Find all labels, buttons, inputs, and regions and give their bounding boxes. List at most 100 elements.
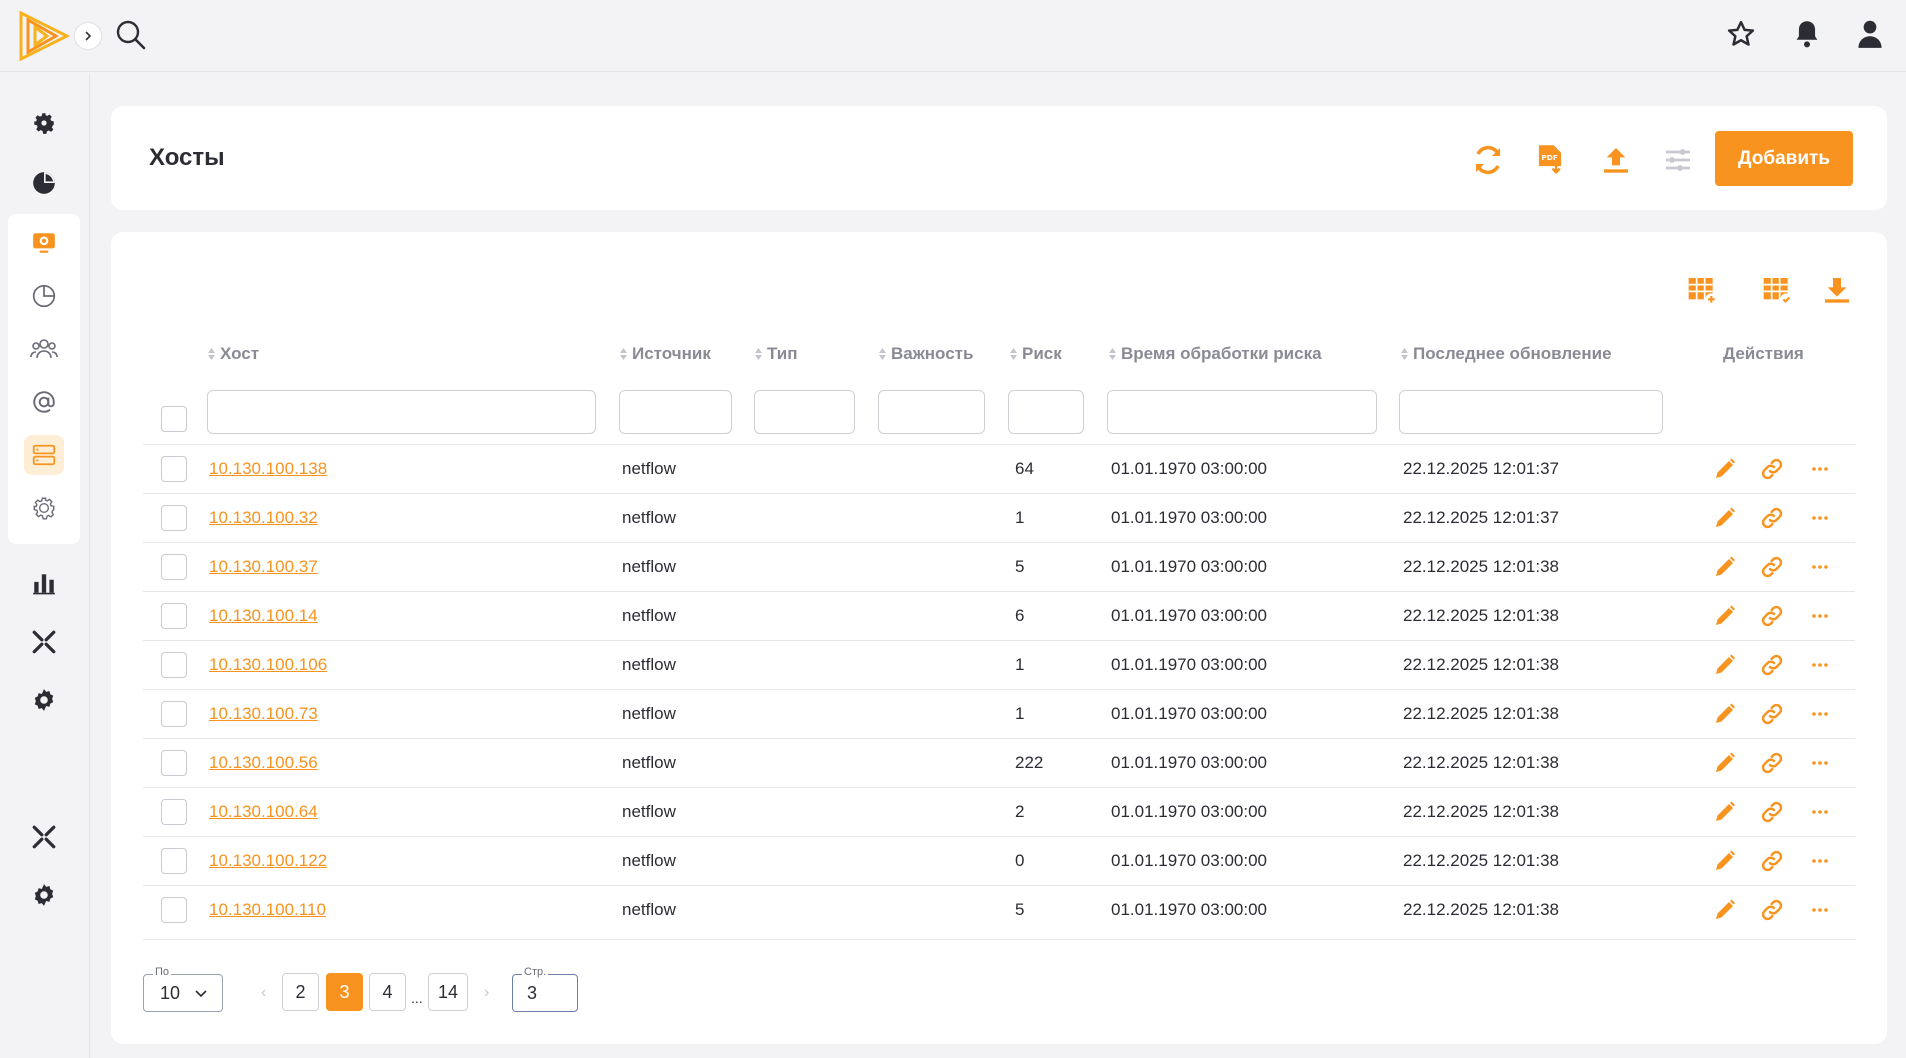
column-header-host[interactable]: Хост xyxy=(207,344,259,364)
column-settings-button[interactable] xyxy=(1757,270,1797,310)
filter-type-input[interactable] xyxy=(754,390,855,434)
edit-button[interactable] xyxy=(1711,504,1739,532)
filter-severity-input[interactable] xyxy=(878,390,985,434)
link-button[interactable] xyxy=(1758,847,1786,875)
search-icon[interactable] xyxy=(114,18,148,52)
row-checkbox[interactable] xyxy=(161,897,187,923)
edit-button[interactable] xyxy=(1711,651,1739,679)
page-button[interactable]: 2 xyxy=(282,973,319,1011)
host-link[interactable]: 10.130.100.106 xyxy=(209,655,327,675)
filter-settings-button[interactable] xyxy=(1658,140,1698,180)
prev-page-button[interactable]: ‹ xyxy=(261,984,266,1002)
host-link[interactable]: 10.130.100.110 xyxy=(209,900,326,920)
sidebar-item-hosts[interactable] xyxy=(24,435,64,475)
sidebar-item-monitoring[interactable] xyxy=(24,223,64,263)
sidebar-item-users[interactable] xyxy=(24,329,64,369)
host-link[interactable]: 10.130.100.32 xyxy=(209,508,318,528)
row-checkbox[interactable] xyxy=(161,652,187,678)
edit-button[interactable] xyxy=(1711,896,1739,924)
filter-host-input[interactable] xyxy=(207,390,596,434)
link-button[interactable] xyxy=(1758,798,1786,826)
download-button[interactable] xyxy=(1817,270,1857,310)
link-button[interactable] xyxy=(1758,749,1786,777)
logo[interactable] xyxy=(18,10,71,62)
row-checkbox[interactable] xyxy=(161,799,187,825)
edit-button[interactable] xyxy=(1711,455,1739,483)
sidebar-item-settings[interactable] xyxy=(24,103,64,143)
sidebar-item-admin[interactable] xyxy=(24,680,64,720)
more-button[interactable] xyxy=(1806,700,1834,728)
sidebar-item-analytics[interactable] xyxy=(24,563,64,603)
column-header-type[interactable]: Тип xyxy=(754,344,797,364)
select-all-checkbox[interactable] xyxy=(161,406,187,432)
row-checkbox[interactable] xyxy=(161,554,187,580)
sidebar-item-tools-2[interactable] xyxy=(24,817,64,857)
more-button[interactable] xyxy=(1806,847,1834,875)
link-button[interactable] xyxy=(1758,553,1786,581)
more-button[interactable] xyxy=(1806,651,1834,679)
more-button[interactable] xyxy=(1806,504,1834,532)
link-button[interactable] xyxy=(1758,455,1786,483)
row-checkbox[interactable] xyxy=(161,603,187,629)
host-link[interactable]: 10.130.100.138 xyxy=(209,459,327,479)
more-button[interactable] xyxy=(1806,455,1834,483)
more-button[interactable] xyxy=(1806,798,1834,826)
more-button[interactable] xyxy=(1806,553,1834,581)
host-link[interactable]: 10.130.100.122 xyxy=(209,851,327,871)
link-button[interactable] xyxy=(1758,700,1786,728)
host-link[interactable]: 10.130.100.73 xyxy=(209,704,318,724)
row-checkbox[interactable] xyxy=(161,848,187,874)
more-button[interactable] xyxy=(1806,896,1834,924)
link-button[interactable] xyxy=(1758,504,1786,532)
row-checkbox[interactable] xyxy=(161,456,187,482)
next-page-button[interactable]: › xyxy=(484,984,489,1002)
column-header-updated[interactable]: Последнее обновление xyxy=(1400,344,1612,364)
row-checkbox[interactable] xyxy=(161,750,187,776)
host-link[interactable]: 10.130.100.64 xyxy=(209,802,318,822)
edit-button[interactable] xyxy=(1711,700,1739,728)
link-button[interactable] xyxy=(1758,896,1786,924)
host-link[interactable]: 10.130.100.37 xyxy=(209,557,318,577)
more-button[interactable] xyxy=(1806,602,1834,630)
export-pdf-button[interactable]: PDF xyxy=(1530,140,1570,180)
link-button[interactable] xyxy=(1758,651,1786,679)
filter-risk-time-input[interactable] xyxy=(1107,390,1377,434)
sidebar-item-tools[interactable] xyxy=(24,622,64,662)
more-button[interactable] xyxy=(1806,749,1834,777)
filter-updated-input[interactable] xyxy=(1399,390,1663,434)
link-button[interactable] xyxy=(1758,602,1786,630)
sidebar-item-dashboard[interactable] xyxy=(24,163,64,203)
sidebar-toggle-button[interactable] xyxy=(74,22,102,50)
sidebar-item-admin-2[interactable] xyxy=(24,875,64,915)
sidebar-item-mail[interactable] xyxy=(24,382,64,422)
edit-button[interactable] xyxy=(1711,749,1739,777)
column-header-severity[interactable]: Важность xyxy=(878,344,973,364)
add-button[interactable]: Добавить xyxy=(1715,131,1853,186)
filter-source-input[interactable] xyxy=(619,390,732,434)
per-page-select[interactable]: 10 xyxy=(143,974,223,1012)
edit-button[interactable] xyxy=(1711,553,1739,581)
row-checkbox[interactable] xyxy=(161,701,187,727)
page-button[interactable]: 14 xyxy=(428,973,468,1011)
bell-icon[interactable] xyxy=(1789,16,1825,52)
edit-button[interactable] xyxy=(1711,798,1739,826)
page-button[interactable]: 4 xyxy=(369,973,406,1011)
edit-button[interactable] xyxy=(1711,602,1739,630)
add-column-button[interactable] xyxy=(1682,270,1722,310)
star-icon[interactable] xyxy=(1723,16,1759,52)
filter-risk-input[interactable] xyxy=(1008,390,1084,434)
edit-button[interactable] xyxy=(1711,847,1739,875)
column-header-source[interactable]: Источник xyxy=(619,344,711,364)
host-link[interactable]: 10.130.100.14 xyxy=(209,606,318,626)
user-icon[interactable] xyxy=(1852,16,1888,52)
host-link[interactable]: 10.130.100.56 xyxy=(209,753,318,773)
column-header-risk[interactable]: Риск xyxy=(1009,344,1062,364)
sidebar-item-reports[interactable] xyxy=(24,276,64,316)
row-checkbox[interactable] xyxy=(161,505,187,531)
goto-page-input[interactable]: 3 xyxy=(512,974,578,1012)
sidebar-item-system[interactable] xyxy=(24,488,64,528)
page-button-current[interactable]: 3 xyxy=(326,973,363,1011)
column-header-risk-time[interactable]: Время обработки риска xyxy=(1108,344,1322,364)
upload-button[interactable] xyxy=(1596,140,1636,180)
refresh-button[interactable] xyxy=(1468,140,1508,180)
